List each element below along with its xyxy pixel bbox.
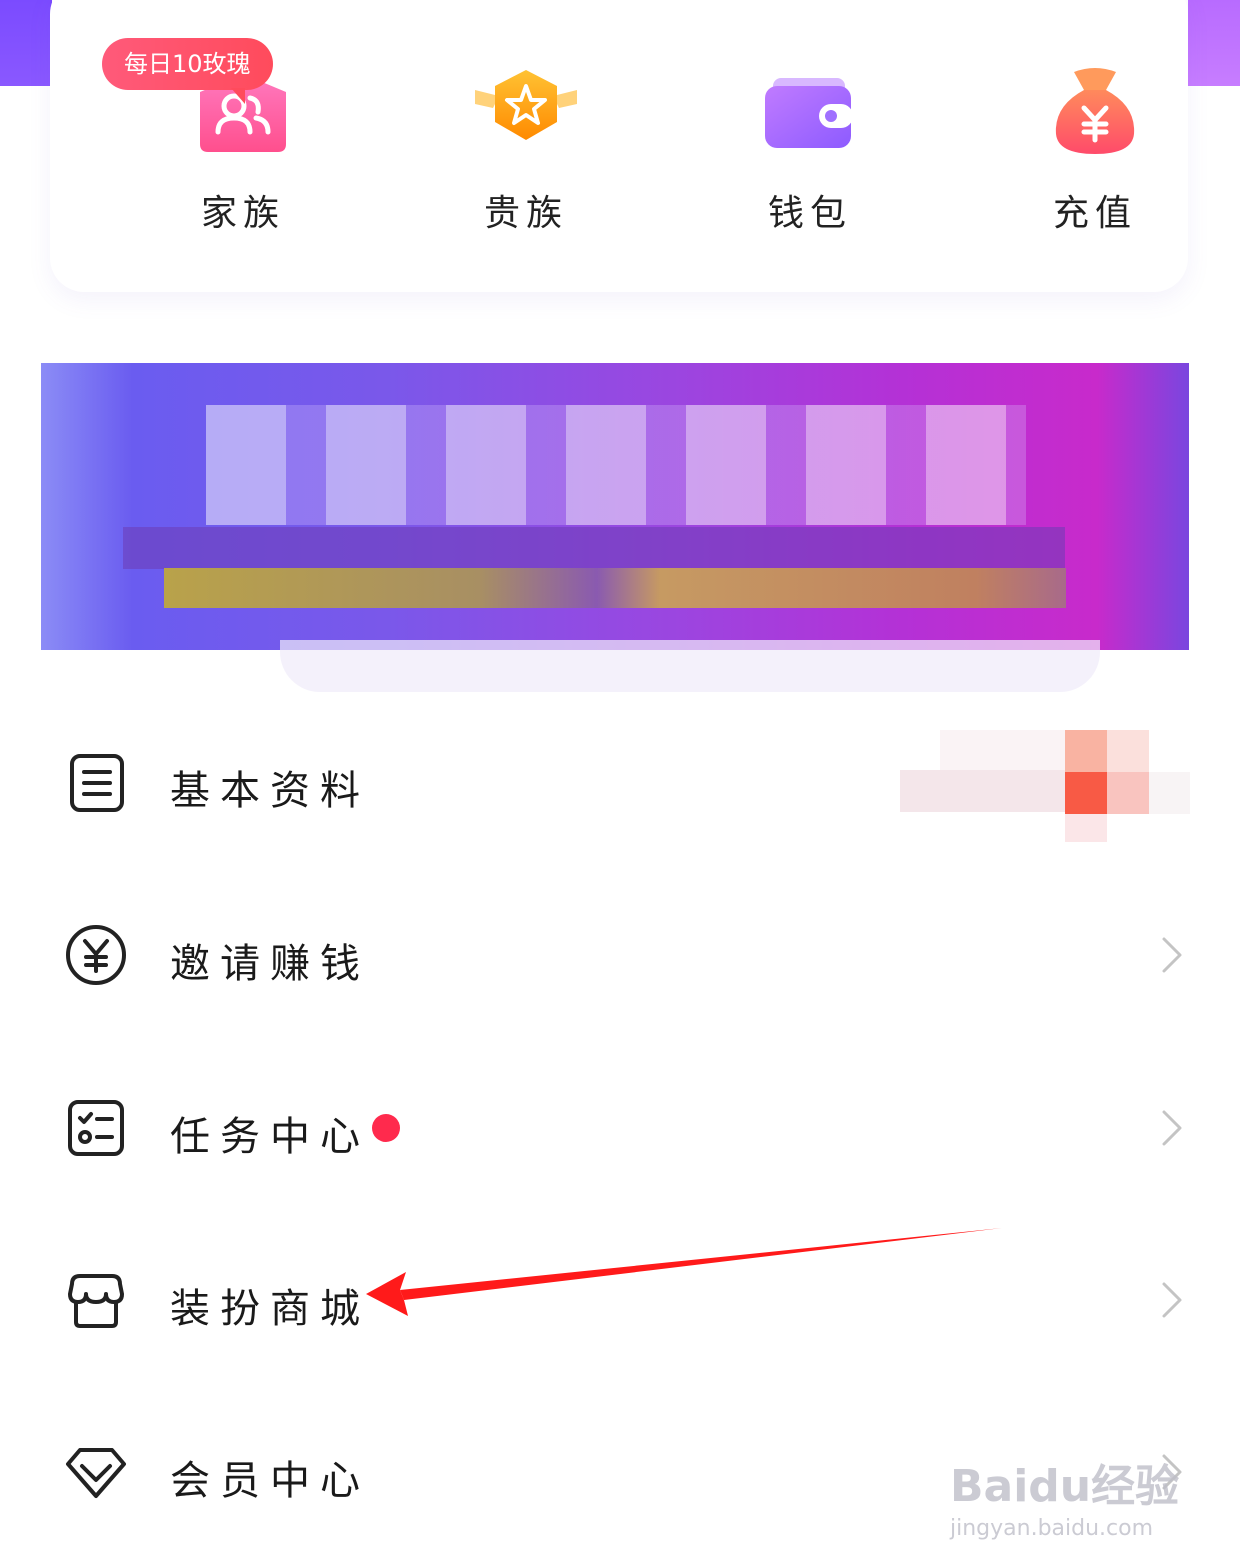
menu-item-label: 会员中心 <box>170 1458 370 1504</box>
annotation-arrow <box>366 1228 1002 1316</box>
promo-banner[interactable] <box>41 363 1189 650</box>
quick-action-label: 贵族 <box>483 193 568 234</box>
chevron-right-icon <box>1162 937 1182 973</box>
banner-blurred-band <box>123 527 1065 569</box>
menu-item-invite[interactable]: 邀请赚钱 <box>0 895 1240 1015</box>
banner-shadow <box>280 640 1100 692</box>
quick-action-recharge[interactable]: 充值 <box>995 60 1195 260</box>
menu-item-label: 任务中心 <box>170 1114 370 1160</box>
menu-item-label: 邀请赚钱 <box>170 941 370 987</box>
task-list-icon <box>68 1100 124 1156</box>
quick-action-noble[interactable]: 贵族 <box>426 60 626 260</box>
banner-blurred-text <box>206 405 1026 525</box>
watermark-brand: Baidu经验 <box>950 1461 1180 1512</box>
daily-roses-badge: 每日10玫瑰 <box>102 38 273 104</box>
header-background-left <box>0 0 52 86</box>
watermark-url: jingyan.baidu.com <box>950 1516 1154 1541</box>
diamond-icon <box>66 1448 126 1498</box>
menu-item-label: 装扮商城 <box>170 1286 370 1332</box>
chevron-right-icon <box>1162 1282 1182 1318</box>
yuan-circle-icon <box>66 925 126 985</box>
menu-item-label: 基本资料 <box>170 768 370 814</box>
header-background-right <box>1188 0 1240 86</box>
quick-action-label: 家族 <box>200 193 285 234</box>
quick-action-label: 充值 <box>1052 193 1137 234</box>
wallet-icon <box>765 78 853 148</box>
avatar <box>900 730 1190 842</box>
noble-badge-icon <box>475 70 577 140</box>
store-icon <box>68 1274 124 1328</box>
menu-item-tasks[interactable]: 任务中心 <box>0 1068 1240 1188</box>
notification-dot <box>372 1114 400 1142</box>
chevron-right-icon <box>1162 1110 1182 1146</box>
quick-action-wallet[interactable]: 钱包 <box>710 60 910 260</box>
quick-action-label: 钱包 <box>767 193 852 234</box>
profile-doc-icon <box>70 754 124 812</box>
baidu-watermark: Baidu经验 jingyan.baidu.com <box>950 1450 1179 1541</box>
money-bag-icon <box>1055 68 1135 154</box>
banner-blurred-band <box>164 568 1066 608</box>
